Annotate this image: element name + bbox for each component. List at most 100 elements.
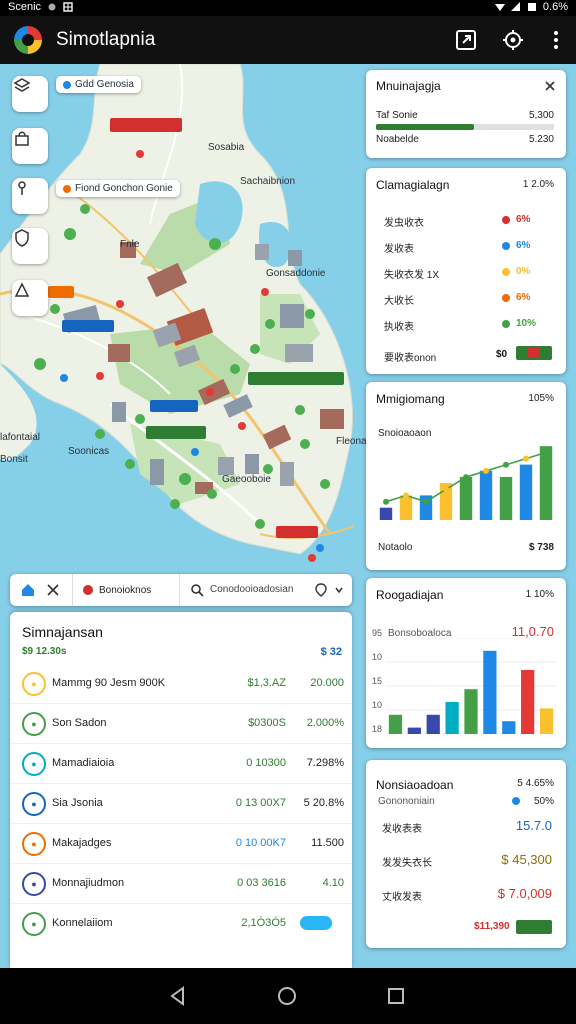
shield-button[interactable]: [12, 228, 48, 264]
more-vert-icon[interactable]: [544, 28, 568, 52]
bar: [388, 714, 403, 734]
category-row-label: 发收表: [384, 244, 414, 255]
summary-row-label: 发收表表: [382, 824, 422, 835]
place-category-icon: ●: [22, 712, 46, 736]
trend-point: [523, 455, 529, 462]
card-pct: 1 2.0%: [522, 179, 554, 190]
summary-footer-pill[interactable]: [516, 920, 552, 934]
bar: [539, 708, 554, 734]
settings-icon: [48, 3, 56, 11]
card-title: Mnuinajagja: [376, 79, 441, 93]
place-list-row[interactable]: ● Makajadges 0 10 00K7 11.500: [10, 824, 352, 864]
category-row-label: 大收长: [384, 296, 414, 307]
y-tick-label: 18: [372, 724, 383, 734]
totals-card[interactable]: Nonsiaoadoan 5 4.65% Gonononiain 50% 发收表…: [366, 760, 566, 948]
place-change: 20.000: [310, 677, 344, 689]
place-name: Makajadges: [52, 837, 112, 849]
category-row-value: 6%: [516, 240, 531, 251]
chart-subtitle: Snoioaoaon: [378, 428, 432, 439]
bar-chart-card[interactable]: Roogadiajan 1 10% Bonsoboaloca 11,0.70 9…: [366, 578, 566, 748]
place-name: Son Sadon: [52, 717, 107, 729]
category-row-label: 发虫收衣: [384, 218, 424, 229]
location-settings-icon[interactable]: [501, 28, 525, 52]
map-tag-green[interactable]: [146, 426, 206, 439]
bar-chart: [386, 638, 556, 734]
place-list-row[interactable]: ● Mamadiaioia 0 10300 7.298%: [10, 744, 352, 784]
map-chip-place-2[interactable]: Fiond Gonchon Gonie: [56, 180, 180, 197]
y-tick-label: 95: [372, 628, 383, 638]
map-tag-blue[interactable]: [150, 400, 198, 412]
back-icon[interactable]: [168, 986, 188, 1006]
place-change: 7.298%: [306, 757, 344, 769]
bag-button[interactable]: [12, 128, 48, 164]
trend-chart: [379, 446, 553, 520]
card-pct: 5 4.65%: [517, 778, 554, 789]
map-chip-place[interactable]: Gdd Genosia: [56, 76, 141, 93]
map-tag-red[interactable]: [110, 118, 182, 132]
place-name: Mammg 90 Jesm 900K: [52, 677, 166, 689]
map-tag-green[interactable]: [248, 372, 344, 385]
map-label: Gonsaddonie: [266, 268, 326, 279]
place-dot-icon: [63, 80, 71, 89]
card-title: Mmigiomang: [376, 392, 445, 406]
wifi-icon: [494, 4, 505, 11]
recents-icon[interactable]: [387, 987, 405, 1005]
trend-point: [503, 461, 509, 468]
trend-chart-card[interactable]: Mmigiomang 105% Snoioaoaon Notaolo $ 738: [366, 382, 566, 570]
summary-row-label: 发发失衣长: [382, 858, 432, 869]
summary-row-value: $ 7.0,009: [497, 886, 552, 901]
category-row-value: 6%: [516, 214, 531, 225]
system-nav-bar: [0, 968, 576, 1024]
map-tag-orange[interactable]: [48, 286, 74, 298]
navigate-button[interactable]: [12, 280, 48, 316]
map-chip-label: Fiond Gonchon Gonie: [75, 183, 173, 194]
place-value: $0300S: [248, 717, 286, 729]
map-chip-label: Gdd Genosia: [75, 79, 134, 90]
close-tab-icon[interactable]: [46, 583, 60, 597]
layers-button[interactable]: [12, 76, 48, 112]
map-tag-blue[interactable]: [62, 320, 114, 332]
place-list-row[interactable]: ● Sia Jsonia 0 13 00X7 5 20.8%: [10, 784, 352, 824]
mini-row2-label: Noabelde: [376, 134, 419, 145]
tab-places[interactable]: Bonoioknos: [72, 574, 180, 606]
home-icon[interactable]: [20, 582, 36, 598]
summary-mini-card[interactable]: Mnuinajagja Taf Sonie 5,300 Noabelde 5.2…: [366, 70, 566, 158]
place-list-row[interactable]: ● Monnajiudmon 0 03 3616 4.10: [10, 864, 352, 904]
search-icon[interactable]: [190, 583, 204, 597]
map-label: Gaeooboie: [222, 474, 271, 485]
close-icon[interactable]: [544, 80, 556, 92]
y-tick-label: 10: [372, 652, 383, 662]
place-list-row[interactable]: ● Konnelaiiom 2,1Ó3Ó5: [10, 904, 352, 944]
tab-label: Bonoioknos: [99, 584, 152, 596]
map-label: Bonsit: [0, 454, 28, 465]
open-external-icon[interactable]: [454, 28, 478, 52]
app-title: Simotlapnia: [56, 29, 156, 50]
trend-point: [463, 474, 469, 481]
sheet-subtitle: $9 12.30s: [22, 646, 67, 657]
category-list-card[interactable]: Clamagialagn 1 2.0% 发虫收衣 6% 发收表 6% 失收衣发 1X 0%…: [366, 168, 566, 374]
summary-row0-label: Gonononiain: [378, 796, 435, 807]
search-field[interactable]: Conodooioadosian: [210, 584, 293, 595]
pin-button[interactable]: [12, 178, 48, 214]
place-list-row[interactable]: ● Son Sadon $0300S 2.000%: [10, 704, 352, 744]
chevron-down-icon[interactable]: [334, 585, 344, 595]
home-nav-icon[interactable]: [277, 986, 297, 1006]
battery-icon: [527, 3, 536, 11]
trend-point: [403, 492, 409, 499]
map-label: Sosabia: [208, 142, 245, 153]
shield-icon: [15, 229, 29, 247]
bar: [426, 714, 440, 734]
place-action-pill[interactable]: [300, 916, 332, 930]
category-row-value: 10%: [516, 318, 537, 329]
map-tag-red[interactable]: [276, 526, 318, 538]
bar: [445, 702, 459, 734]
footer-pill[interactable]: [516, 346, 552, 360]
place-change: 11.500: [311, 837, 344, 849]
place-list-row[interactable]: ● Mammg 90 Jesm 900K $1,3.AZ 20.000: [10, 664, 352, 704]
bar: [502, 721, 516, 734]
bar: [483, 650, 497, 734]
trend-point: [543, 449, 549, 456]
mini-progress-fill: [376, 124, 474, 130]
location-icon[interactable]: [314, 583, 328, 597]
navigate-icon: [14, 282, 30, 297]
